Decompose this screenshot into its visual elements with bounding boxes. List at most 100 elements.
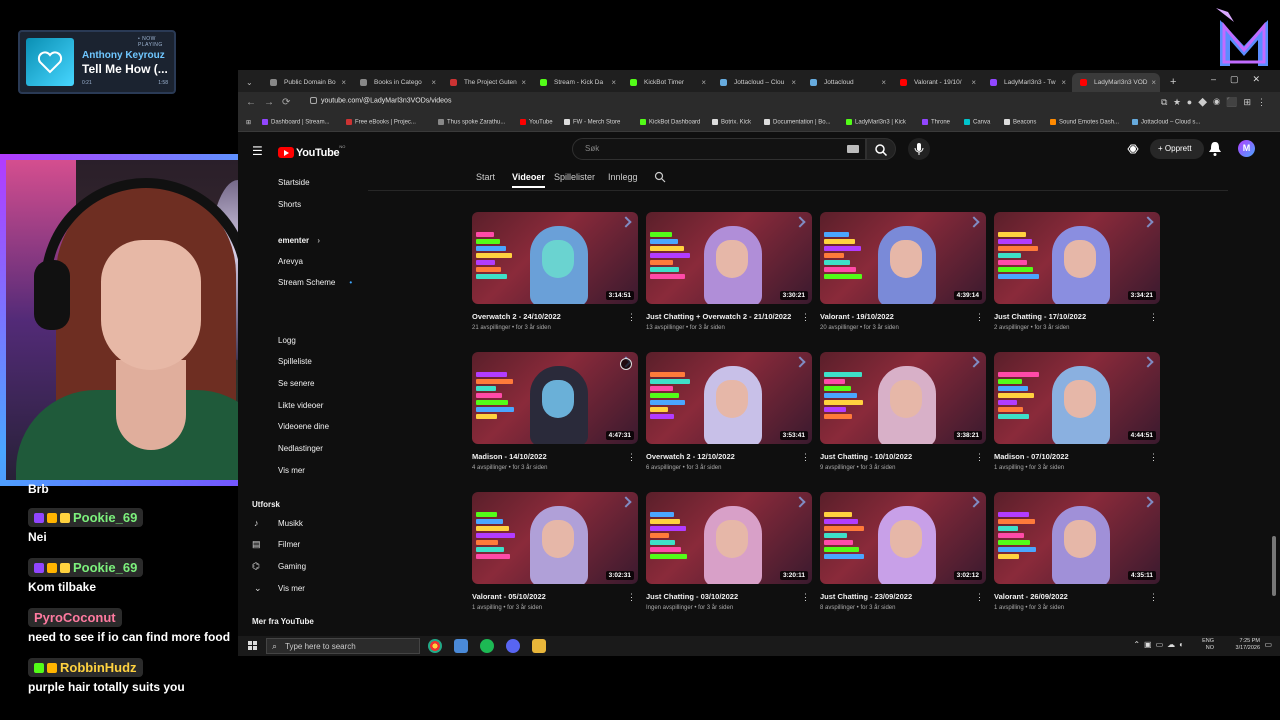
watch-later-icon[interactable] xyxy=(620,358,632,370)
sidebar-item-show-more[interactable]: Vis mer xyxy=(278,466,305,475)
sidebar-item-stream-scheme[interactable]: Stream Scheme • xyxy=(278,278,352,287)
bookmark[interactable]: FW - Merch Store xyxy=(564,119,620,126)
video-title[interactable]: Just Chatting - 03/10/2022 xyxy=(646,592,738,601)
close-icon[interactable]: × xyxy=(611,78,616,87)
more-options-icon[interactable]: ⋮ xyxy=(627,312,636,323)
close-icon[interactable]: × xyxy=(1061,78,1066,87)
bookmark[interactable]: Free eBooks | Projec... xyxy=(346,119,416,126)
sidebar-item-explore-more[interactable]: Vis mer xyxy=(278,584,305,593)
video-title[interactable]: Just Chatting - 10/10/2022 xyxy=(820,452,912,461)
browser-tab[interactable]: Valorant - 19/10/× xyxy=(892,73,980,92)
close-icon[interactable]: × xyxy=(521,78,526,87)
bookmark[interactable]: Dashboard | Stream... xyxy=(262,119,330,126)
sidebar-item-your-videos[interactable]: Videoene dine xyxy=(278,422,329,431)
video-title[interactable]: Valorant - 19/10/2022 xyxy=(820,312,894,321)
video-card[interactable]: 4:35:11 Valorant - 26/09/2022 1 avspilli… xyxy=(994,492,1160,611)
file-explorer-icon[interactable] xyxy=(532,639,546,653)
video-card[interactable]: 3:30:21 Just Chatting + Overwatch 2 - 21… xyxy=(646,212,812,331)
more-options-icon[interactable]: ⋮ xyxy=(627,452,636,463)
video-thumbnail[interactable]: 4:47:31 xyxy=(472,352,638,444)
sidebar-item-playlists[interactable]: Spilleliste xyxy=(278,357,312,366)
video-title[interactable]: Just Chatting - 23/09/2022 xyxy=(820,592,912,601)
sidebar-item-liked-videos[interactable]: Likte videoer xyxy=(278,401,323,410)
video-card[interactable]: 3:20:11 Just Chatting - 03/10/2022 Ingen… xyxy=(646,492,812,611)
browser-tab[interactable]: Public Domain Bo × xyxy=(262,73,350,92)
browser-tab-active[interactable]: LadyMarl3n3 VOD × xyxy=(1072,73,1160,92)
sidebar-item-watch-later[interactable]: Se senere xyxy=(278,379,314,388)
window-controls[interactable]: –▢✕ xyxy=(1211,74,1274,85)
close-icon[interactable]: × xyxy=(971,78,976,87)
voice-search-button[interactable] xyxy=(908,138,930,160)
avatar[interactable]: M xyxy=(1238,140,1255,157)
menu-icon[interactable]: ☰ xyxy=(252,144,263,158)
bookmark[interactable]: Thus spoke Zarathu... xyxy=(438,119,505,126)
video-title[interactable]: Just Chatting + Overwatch 2 - 21/10/2022 xyxy=(646,312,791,321)
video-thumbnail[interactable]: 3:20:11 xyxy=(646,492,812,584)
tab-posts[interactable]: Innlegg xyxy=(608,172,638,182)
search-input[interactable]: Søk xyxy=(572,138,866,160)
more-options-icon[interactable]: ⋮ xyxy=(801,312,810,323)
bookmark[interactable]: Botrix. Kick xyxy=(712,119,751,126)
more-options-icon[interactable]: ⋮ xyxy=(975,452,984,463)
video-thumbnail[interactable]: 4:44:51 xyxy=(994,352,1160,444)
bookmark[interactable]: Canva xyxy=(964,119,990,126)
spotify-icon[interactable] xyxy=(480,639,494,653)
language-indicator[interactable]: ENG NO xyxy=(1202,638,1214,652)
more-options-icon[interactable]: ⋮ xyxy=(975,592,984,603)
taskbar-search-input[interactable]: ⌕ Type here to search xyxy=(266,638,420,654)
video-card[interactable]: 4:47:31 Madison - 14/10/2022 4 avspillin… xyxy=(472,352,638,471)
close-icon[interactable]: × xyxy=(341,78,346,87)
browser-tab[interactable]: Books in Catego × xyxy=(352,73,440,92)
more-options-icon[interactable]: ⋮ xyxy=(627,592,636,603)
bookmark[interactable]: LadyMarl3n3 | Kick xyxy=(846,119,906,126)
nav-buttons[interactable]: ←→⟳ xyxy=(246,97,298,108)
tab-start[interactable]: Start xyxy=(476,172,495,182)
video-card[interactable]: 3:02:31 Valorant - 05/10/2022 1 avspilli… xyxy=(472,492,638,611)
extensions-icons[interactable]: ⧉★●◆◉⬛⊞⋮ xyxy=(1161,97,1272,108)
video-thumbnail[interactable]: 3:02:31 xyxy=(472,492,638,584)
video-thumbnail[interactable]: 3:02:12 xyxy=(820,492,986,584)
browser-tab[interactable]: LadyMarl3n3 - Tw × xyxy=(982,73,1070,92)
windows-start-icon[interactable] xyxy=(248,641,258,651)
notifications-icon[interactable] xyxy=(1208,141,1222,162)
video-thumbnail[interactable]: 4:39:14 xyxy=(820,212,986,304)
video-title[interactable]: Overwatch 2 - 24/10/2022 xyxy=(472,312,561,321)
sidebar-item-downloads[interactable]: Nedlastinger xyxy=(278,444,323,453)
bookmark[interactable]: Beacons xyxy=(1004,119,1036,126)
sidebar-heading-subscriptions[interactable]: ementer › xyxy=(278,236,320,245)
chrome-icon[interactable] xyxy=(428,639,442,653)
youtube-logo[interactable]: YouTubeNO xyxy=(278,144,345,162)
bookmark[interactable]: YouTube xyxy=(520,119,553,126)
video-thumbnail[interactable]: 3:34:21 xyxy=(994,212,1160,304)
live-icon[interactable] xyxy=(1126,142,1140,161)
video-title[interactable]: Madison - 14/10/2022 xyxy=(472,452,547,461)
scrollbar-thumb[interactable] xyxy=(1272,536,1276,596)
bookmark[interactable]: Documentation | Bo... xyxy=(764,119,831,126)
create-button[interactable]: + Opprett xyxy=(1150,139,1204,159)
sidebar-item-gaming[interactable]: Gaming xyxy=(278,562,306,571)
browser-tab[interactable]: The Project Guten × xyxy=(442,73,530,92)
tray-icons[interactable]: ⌃▣▭☁◐ xyxy=(1133,641,1188,649)
video-card[interactable]: 4:44:51 Madison - 07/10/2022 1 avspillin… xyxy=(994,352,1160,471)
sidebar-item-films[interactable]: Filmer xyxy=(278,540,300,549)
more-options-icon[interactable]: ⋮ xyxy=(1149,312,1158,323)
video-thumbnail[interactable]: 4:35:11 xyxy=(994,492,1160,584)
more-options-icon[interactable]: ⋮ xyxy=(1149,452,1158,463)
video-title[interactable]: Valorant - 26/09/2022 xyxy=(994,592,1068,601)
close-icon[interactable]: × xyxy=(701,78,706,87)
clock[interactable]: 7:25 PM 3/17/2026 xyxy=(1216,638,1260,652)
video-card[interactable]: 3:38:21 Just Chatting - 10/10/2022 9 avs… xyxy=(820,352,986,471)
bookmarks-grid-icon[interactable]: ⊞ xyxy=(246,119,251,126)
video-card[interactable]: 3:53:41 Overwatch 2 - 12/10/2022 6 avspi… xyxy=(646,352,812,471)
close-icon[interactable]: × xyxy=(881,78,886,87)
tab-search-button[interactable]: ⌄ xyxy=(242,73,256,92)
new-tab-button[interactable]: + xyxy=(1166,73,1182,92)
close-icon[interactable]: × xyxy=(431,78,436,87)
bookmark[interactable]: Sound Emotes Dash... xyxy=(1050,119,1119,126)
video-title[interactable]: Overwatch 2 - 12/10/2022 xyxy=(646,452,735,461)
sidebar-item-shorts[interactable]: Shorts xyxy=(278,200,301,209)
video-card[interactable]: 3:02:12 Just Chatting - 23/09/2022 8 avs… xyxy=(820,492,986,611)
close-icon[interactable]: × xyxy=(791,78,796,87)
video-card[interactable]: 4:39:14 Valorant - 19/10/2022 20 avspill… xyxy=(820,212,986,331)
keyboard-icon[interactable] xyxy=(847,145,859,153)
